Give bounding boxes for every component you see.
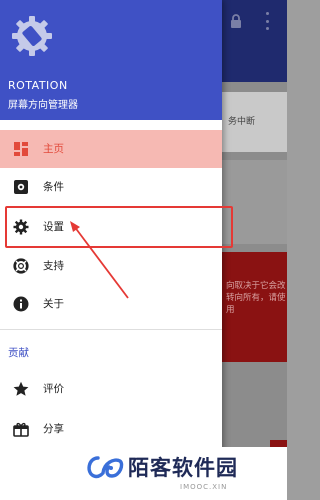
- watermark: 陌客软件园 IMOOC.XIN: [78, 447, 287, 500]
- app-subtitle: 屏幕方向管理器: [8, 100, 78, 111]
- watermark-title: 陌客软件园: [128, 456, 238, 480]
- menu-item-label: 评价: [43, 383, 64, 395]
- menu-item-share[interactable]: 分享: [0, 410, 222, 448]
- gift-icon: [13, 422, 29, 437]
- dashboard-icon: [14, 142, 28, 156]
- menu-item-label: 主页: [43, 143, 64, 155]
- menu-item-label: 支持: [43, 260, 64, 272]
- watermark-logo-icon: [87, 456, 124, 479]
- lifebuoy-icon: [13, 258, 29, 274]
- menu-item-label: 分享: [43, 423, 64, 435]
- background-notice: 向取决于它会改转向所有，请使用: [222, 252, 287, 362]
- screen: 务中断 向取决于它会改转向所有，请使用 ROTATION 屏幕方向管理器 主页 …: [0, 0, 287, 500]
- info-icon: [13, 296, 29, 312]
- menu-item-about[interactable]: 关于: [0, 285, 222, 323]
- menu-item-label: 条件: [43, 181, 64, 193]
- menu-item-support[interactable]: 支持: [0, 247, 222, 285]
- menu-item-label: 设置: [43, 221, 64, 233]
- background-card: 务中断: [222, 92, 287, 152]
- menu-item-home[interactable]: 主页: [0, 130, 222, 168]
- star-icon: [13, 381, 29, 396]
- conditions-icon: [14, 180, 28, 194]
- background-card-secondary: [222, 160, 287, 244]
- menu-item-conditions[interactable]: 条件: [0, 168, 222, 206]
- menu-item-rate[interactable]: 评价: [0, 370, 222, 408]
- background-notice-text: 向取决于它会改转向所有，请使用: [226, 281, 286, 315]
- lock-icon[interactable]: [229, 13, 243, 29]
- app-logo-icon: [12, 16, 52, 56]
- more-options-icon[interactable]: [264, 12, 270, 30]
- gear-icon: [13, 219, 29, 235]
- watermark-subtitle: IMOOC.XIN: [180, 483, 228, 491]
- menu-item-settings[interactable]: 设置: [0, 208, 222, 246]
- menu-item-label: 关于: [43, 298, 64, 310]
- menu-divider: [0, 329, 222, 330]
- app-name: ROTATION: [8, 79, 68, 92]
- background-card-text: 务中断: [228, 117, 256, 127]
- drawer-header: ROTATION 屏幕方向管理器: [0, 0, 222, 120]
- navigation-drawer: ROTATION 屏幕方向管理器 主页 条件 设置 支持 关于 贡献 评价 分享: [0, 0, 222, 500]
- section-header-contribute: 贡献: [8, 347, 29, 359]
